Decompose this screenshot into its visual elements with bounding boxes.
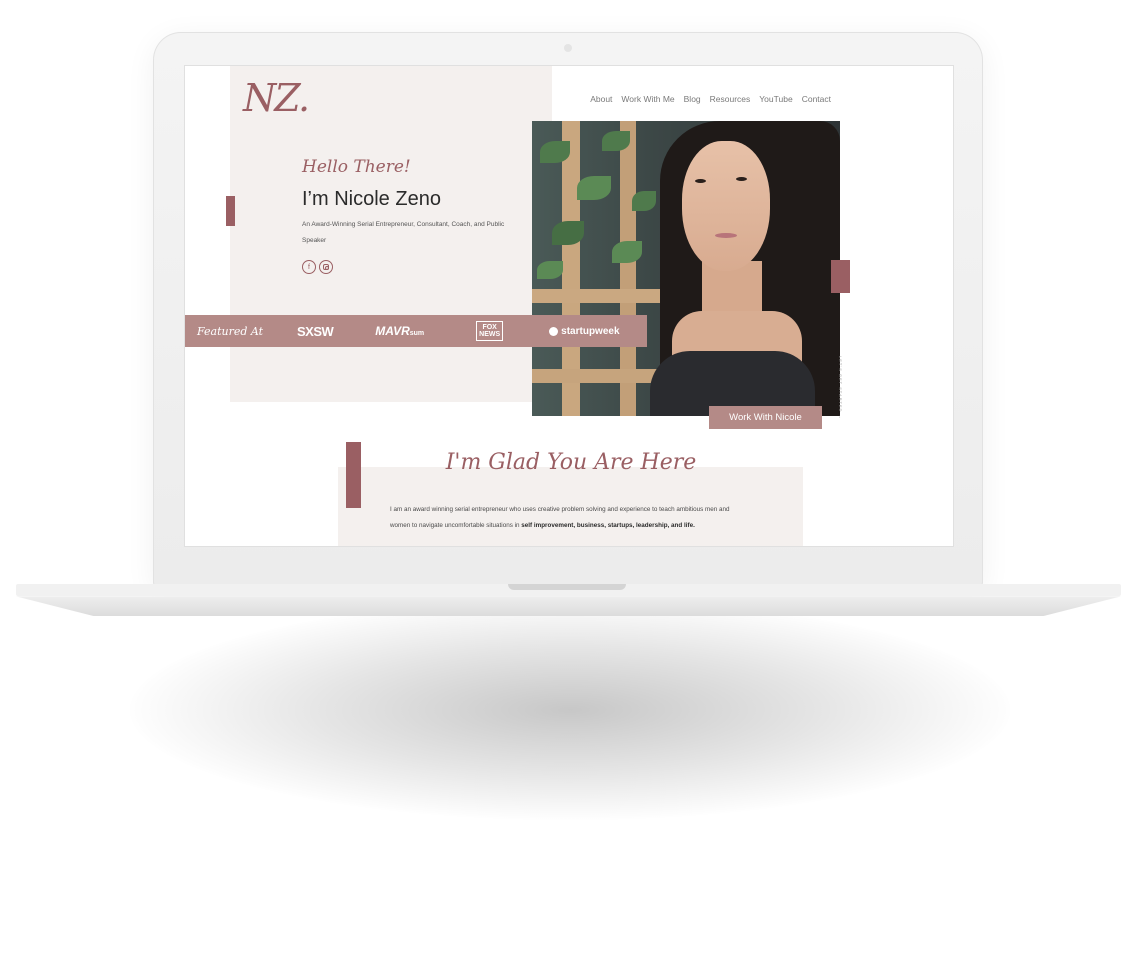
sxsw-logo: SXSW [297, 323, 334, 339]
social-links: f [302, 260, 333, 274]
accent-bar-left [226, 196, 235, 226]
fox-line1: FOX [482, 324, 497, 331]
instagram-icon[interactable] [319, 260, 333, 274]
featured-at-bar: Featured At SXSW MAVRsum FOX NEWS startup… [185, 315, 647, 347]
mavr-logo-suffix: sum [409, 330, 425, 337]
featured-label: Featured At [197, 324, 264, 338]
nav-youtube[interactable]: YouTube [759, 94, 792, 104]
laptop-shadow [130, 600, 1010, 820]
hero-name: I’m Nicole Zeno [302, 188, 441, 210]
lets-get-started-link[interactable]: LET'S GET STARTED → [838, 356, 843, 420]
startupweek-icon [549, 326, 559, 336]
facebook-icon[interactable]: f [302, 260, 316, 274]
mavr-logo: MAVRsum [375, 324, 424, 338]
laptop-notch [508, 584, 626, 590]
hero-photo [532, 121, 840, 416]
hero-tagline: An Award-Winning Serial Entrepreneur, Co… [302, 221, 505, 244]
startupweek-logo: startupweek [549, 325, 620, 337]
glad-title: I'm Glad You Are Here [445, 450, 697, 475]
accent-bar-right [831, 260, 850, 293]
nav-blog[interactable]: Blog [684, 94, 701, 104]
nav-work-with-me[interactable]: Work With Me [621, 94, 674, 104]
nav-resources[interactable]: Resources [710, 94, 751, 104]
facebook-glyph: f [308, 263, 310, 271]
glad-paragraph: I am an award winning serial entrepreneu… [390, 502, 750, 534]
site-logo[interactable]: NZ. [243, 76, 310, 120]
nav-about[interactable]: About [590, 94, 612, 104]
mavr-logo-text: MAVR [375, 324, 410, 338]
startupweek-text: startupweek [561, 325, 620, 337]
glad-text-bold: self improvement, business, startups, le… [521, 522, 695, 529]
fox-line2: NEWS [479, 331, 501, 338]
hero-greeting: Hello There! [302, 157, 411, 177]
nav-contact[interactable]: Contact [802, 94, 831, 104]
website-screen: NZ. About Work With Me Blog Resources Yo… [184, 65, 954, 547]
fox-news-logo: FOX NEWS [476, 321, 504, 341]
camera-icon [564, 44, 572, 52]
instagram-glyph [323, 264, 329, 270]
work-with-nicole-button[interactable]: Work With Nicole [709, 406, 822, 429]
main-nav: About Work With Me Blog Resources YouTub… [590, 94, 831, 104]
